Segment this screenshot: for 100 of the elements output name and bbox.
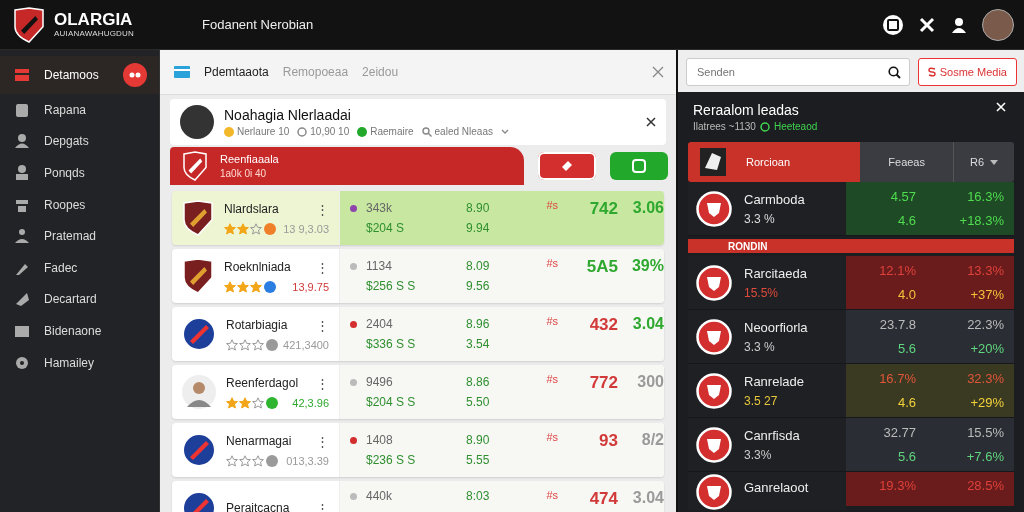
more-menu-icon[interactable]: ⋮	[314, 317, 331, 333]
close-icon[interactable]	[646, 117, 656, 127]
profile-meta: ealed Nleaas	[434, 126, 493, 137]
leaderboard-row[interactable]: Ganrelaoot 19.3% 28.5%	[688, 472, 1014, 512]
star-icon	[226, 396, 238, 409]
panel-subtitle: Ilatrees ~1130	[693, 121, 756, 132]
person-icon	[13, 164, 31, 182]
banner-title: Reenfiaaala	[220, 153, 279, 165]
tag-label: #s	[545, 373, 558, 385]
caret-icon	[990, 159, 999, 165]
stat-value: 15.5%	[967, 425, 1004, 440]
roundel-logo-icon	[182, 317, 216, 351]
change-value: 3.04	[631, 315, 664, 333]
chat-icon	[632, 159, 646, 173]
more-menu-icon[interactable]: ⋮	[314, 500, 331, 512]
shield-logo-icon	[13, 6, 45, 43]
cross-icon[interactable]	[918, 15, 936, 34]
sidebar-item[interactable]: Fadec	[44, 251, 147, 284]
stat-value: 4.0	[897, 287, 916, 302]
sidebar-item[interactable]: Ponqds	[44, 157, 147, 189]
team-stat: 15.5%	[744, 285, 780, 300]
table-row[interactable]: Roeknlniada ⋮ 13,9.75 1134 $256 S S 8.09 9.56 #s 5A5 39%	[172, 249, 664, 303]
s-mark-icon	[927, 67, 936, 77]
profile-meta: 10,90 10	[310, 126, 350, 137]
star-icon	[252, 396, 264, 409]
table-row[interactable]: Rotarbiagia ⋮ 421,3400 2404 $336 S S 8.96 3.54 #s 432 3.04	[172, 307, 664, 361]
ticket-button[interactable]	[538, 152, 596, 180]
list-icon	[13, 66, 31, 84]
more-menu-icon[interactable]: ⋮	[314, 433, 331, 449]
team-name: Nenarmagai	[226, 433, 292, 449]
search-icon	[421, 126, 432, 137]
odds-value: 3.54	[466, 337, 491, 351]
sidebar-item[interactable]: Rapana	[44, 94, 147, 126]
search-icon[interactable]	[887, 66, 901, 79]
star-icon	[239, 396, 251, 409]
volume-value: 9496	[366, 375, 394, 389]
user-avatar[interactable]	[982, 8, 1014, 41]
sidebar-item[interactable]: Roopes	[44, 188, 147, 221]
team-name: Roeknlniada	[224, 259, 291, 275]
shield-logo-icon	[182, 258, 214, 294]
tab[interactable]: Pdemtaaota	[204, 61, 269, 83]
more-menu-icon[interactable]: ⋮	[314, 201, 331, 217]
star-icon	[252, 454, 264, 467]
club-logo-icon	[696, 426, 732, 463]
team-name: Ranrelade	[744, 373, 804, 389]
avatar-placeholder	[180, 105, 214, 139]
club-logo-icon	[696, 190, 732, 227]
price-value: $236 S S	[366, 453, 417, 467]
shield-logo-icon	[182, 200, 214, 236]
volume-value: 1408	[366, 433, 394, 447]
sidebar-item[interactable]: Pratemad	[44, 220, 147, 252]
sidebar-item[interactable]: Hamailey	[44, 346, 147, 379]
sidebar-item[interactable]: Depgats	[44, 125, 147, 158]
column-header[interactable]: R6	[954, 156, 1014, 168]
more-menu-icon[interactable]: ⋮	[314, 259, 331, 275]
search-field[interactable]: Senden	[686, 58, 910, 86]
ring-icon	[297, 126, 308, 137]
chevron-icon[interactable]	[500, 128, 509, 135]
emblem-icon	[700, 148, 726, 176]
volume-value: 343k	[366, 201, 394, 215]
sidebar-item[interactable]: Decartard	[44, 283, 147, 316]
tag-label: #s	[545, 257, 558, 269]
odds-value: 8.86	[466, 375, 491, 389]
price-value: $204 S S	[366, 395, 417, 409]
star-icon	[224, 222, 236, 235]
shield-logo-icon	[182, 151, 208, 181]
stat-value: 16.7%	[879, 371, 916, 386]
team-name: Reenferdagol	[226, 375, 299, 391]
panel-title: Reraalom leadas	[693, 102, 799, 118]
stat-value: 13.3%	[967, 263, 1004, 278]
table-row[interactable]: Nenarmagai ⋮ 013,3.39 1408 $236 S S 8.90 5.55 #s 93 8/2	[172, 423, 664, 477]
person-icon[interactable]	[950, 15, 968, 34]
stat-value: 19.3%	[879, 478, 916, 493]
roundel-logo-icon	[182, 433, 216, 467]
team-name: Canrfisda	[744, 427, 800, 443]
chat-button[interactable]	[610, 152, 668, 180]
table-row[interactable]: Peraitcacna ⋮ 440k 8:03 #s 474 3.04	[172, 481, 664, 512]
stat-value: 28.5%	[967, 478, 1004, 493]
odds-value: 8:03	[466, 489, 491, 503]
media-button[interactable]: Sosme Media	[917, 58, 1017, 86]
more-menu-icon[interactable]: ⋮	[314, 375, 331, 391]
rating-value: 42,3.96	[292, 396, 329, 409]
stat-value: +29%	[970, 395, 1004, 410]
sidebar-item[interactable]: Bidenaone	[44, 315, 147, 347]
table-row[interactable]: Reenferdagol ⋮ 42,3.96 9496 $204 S S 8.86 5.50 #s 772 300	[172, 365, 664, 419]
ticket-icon	[560, 159, 574, 173]
club-logo-icon	[696, 318, 732, 355]
change-value: 39%	[630, 257, 664, 275]
stat-value: 16.3%	[967, 189, 1004, 204]
table-row[interactable]: Nlardslara ⋮ 13 9,3.03 343k $204 S 8.90 9.94 #s 742 3.06	[172, 191, 664, 245]
star-icon	[237, 280, 249, 293]
rating-value: 421,3400	[283, 338, 329, 351]
score-value: 5A5	[585, 257, 618, 277]
odds-value: 8.09	[466, 259, 491, 273]
score-value: 474	[588, 489, 618, 509]
volume-value: 440k	[366, 489, 394, 503]
team-name: Peraitcacna	[226, 500, 290, 512]
change-value: 3.06	[631, 199, 664, 217]
stat-value: 22.3%	[967, 317, 1004, 332]
score-value: 742	[588, 199, 618, 219]
